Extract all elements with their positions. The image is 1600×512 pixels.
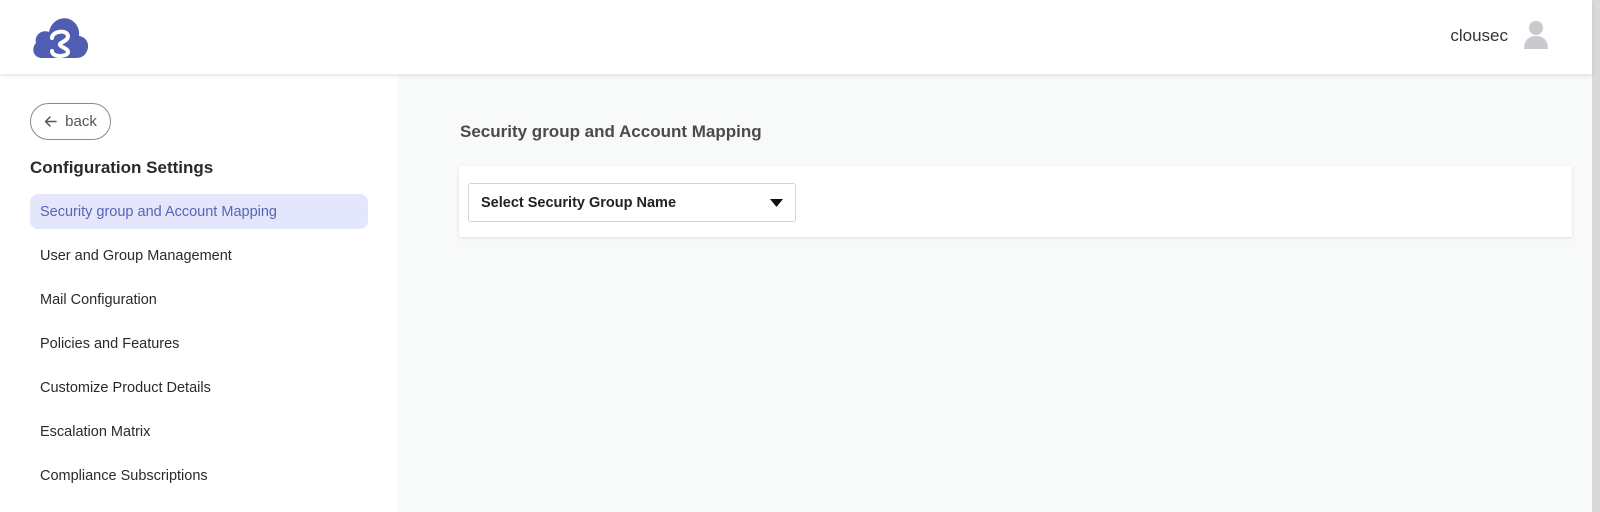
page-title: Security group and Account Mapping [460,122,762,141]
user-avatar-icon[interactable] [1522,20,1550,50]
sidebar-item-label: Mail Configuration [40,291,157,308]
sidebar: back Configuration Settings Security gro… [0,74,398,512]
sidebar-title: Configuration Settings [30,158,214,177]
security-group-select[interactable]: Select Security Group Name [468,183,796,222]
back-button[interactable]: back [30,103,111,140]
sidebar-item-policies-features[interactable]: Policies and Features [30,326,368,361]
sidebar-item-security-group-mapping[interactable]: Security group and Account Mapping [30,194,368,229]
security-group-select-value: Select Security Group Name [481,194,677,211]
caret-down-icon [770,199,783,207]
sidebar-item-label: Customize Product Details [40,379,211,396]
sidebar-item-escalation-matrix[interactable]: Escalation Matrix [30,414,368,449]
sidebar-item-label: Security group and Account Mapping [40,203,277,220]
sidebar-item-label: Compliance Subscriptions [40,467,208,484]
sidebar-item-label: Policies and Features [40,335,180,352]
mapping-card: Select Security Group Name [459,166,1572,237]
top-header: clousec [0,0,1592,74]
sidebar-item-mail-configuration[interactable]: Mail Configuration [30,282,368,317]
sidebar-item-customize-product-details[interactable]: Customize Product Details [30,370,368,405]
arrow-left-icon [44,116,57,127]
cloud-link-logo-icon[interactable] [30,14,90,62]
back-label: back [65,113,97,130]
sidebar-item-label: User and Group Management [40,247,232,264]
main-content: Security group and Account Mapping Selec… [398,74,1592,512]
page-scrollbar[interactable] [1592,0,1600,512]
sidebar-item-compliance-subscriptions[interactable]: Compliance Subscriptions [30,458,368,493]
sidebar-item-user-group-management[interactable]: User and Group Management [30,238,368,273]
username-label[interactable]: clousec [1450,26,1508,46]
sidebar-item-label: Escalation Matrix [40,423,151,440]
